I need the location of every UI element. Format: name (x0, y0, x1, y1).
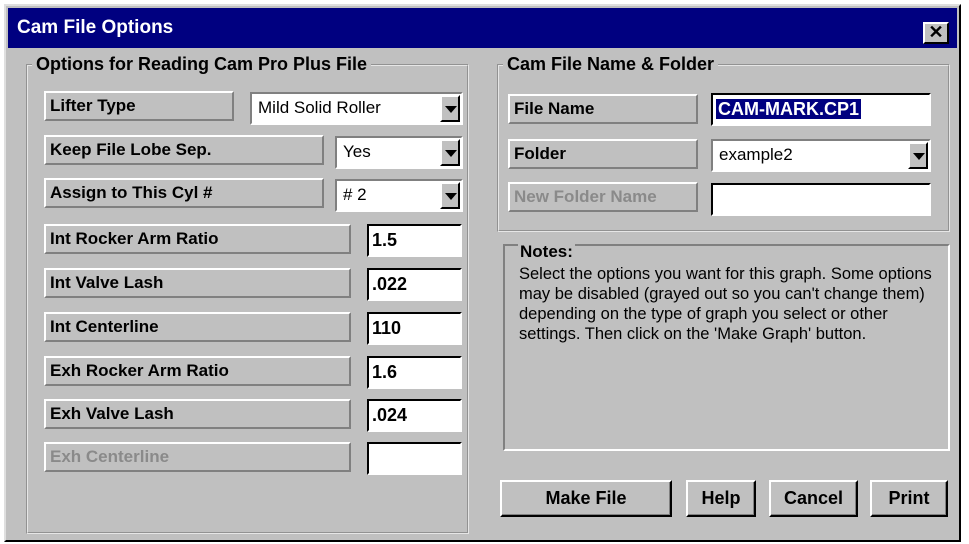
chevron-down-icon[interactable] (440, 139, 460, 166)
new-folder-label: New Folder Name (508, 182, 698, 212)
file-name-folder-legend: Cam File Name & Folder (507, 54, 715, 74)
int-rocker-label: Int Rocker Arm Ratio (44, 224, 351, 254)
int-lash-input[interactable]: .022 (367, 268, 462, 301)
keep-lobe-sep-dropdown[interactable]: Yes (335, 136, 463, 169)
cancel-button[interactable]: Cancel (769, 480, 858, 517)
exh-rocker-input[interactable]: 1.6 (367, 356, 462, 389)
int-centerline-label: Int Centerline (44, 312, 351, 342)
assign-cyl-label: Assign to This Cyl # (44, 178, 324, 208)
notes-panel: Notes: Select the options you want for t… (503, 242, 950, 451)
assign-cyl-dropdown[interactable]: # 2 (335, 179, 463, 212)
chevron-down-icon[interactable] (440, 182, 460, 209)
window-title: Cam File Options (17, 17, 174, 38)
chevron-down-icon[interactable] (908, 142, 928, 169)
cam-file-options-dialog: Cam File Options ✕ Options for Reading C… (4, 4, 961, 542)
title-bar: Cam File Options ✕ (8, 8, 957, 48)
print-button[interactable]: Print (870, 480, 948, 517)
chevron-down-icon[interactable] (440, 95, 460, 122)
folder-label: Folder (508, 139, 698, 169)
keep-lobe-sep-label: Keep File Lobe Sep. (44, 135, 324, 165)
notes-title: Notes: (518, 242, 575, 262)
file-name-input[interactable]: CAM-MARK.CP1 (711, 93, 931, 126)
int-rocker-input[interactable]: 1.5 (367, 224, 462, 257)
file-name-label: File Name (508, 94, 698, 124)
folder-value: example2 (719, 145, 793, 164)
make-file-button[interactable]: Make File (500, 480, 672, 517)
help-button[interactable]: Help (686, 480, 756, 517)
int-centerline-input[interactable]: 110 (367, 312, 462, 345)
assign-cyl-value: # 2 (343, 185, 367, 204)
lifter-type-label: Lifter Type (44, 91, 234, 121)
keep-lobe-sep-value: Yes (343, 142, 371, 161)
exh-lash-label: Exh Valve Lash (44, 399, 351, 429)
exh-centerline-label: Exh Centerline (44, 442, 351, 472)
lifter-type-value: Mild Solid Roller (258, 98, 381, 117)
notes-text: Select the options you want for this gra… (519, 265, 932, 343)
exh-rocker-label: Exh Rocker Arm Ratio (44, 356, 351, 386)
new-folder-input[interactable] (711, 183, 931, 216)
reading-options-legend: Options for Reading Cam Pro Plus File (36, 54, 368, 74)
folder-dropdown[interactable]: example2 (711, 139, 931, 172)
int-lash-label: Int Valve Lash (44, 268, 351, 298)
exh-centerline-input[interactable] (367, 442, 462, 475)
lifter-type-dropdown[interactable]: Mild Solid Roller (250, 92, 463, 125)
file-name-value: CAM-MARK.CP1 (716, 99, 861, 119)
close-icon[interactable]: ✕ (923, 22, 949, 44)
exh-lash-input[interactable]: .024 (367, 399, 462, 432)
